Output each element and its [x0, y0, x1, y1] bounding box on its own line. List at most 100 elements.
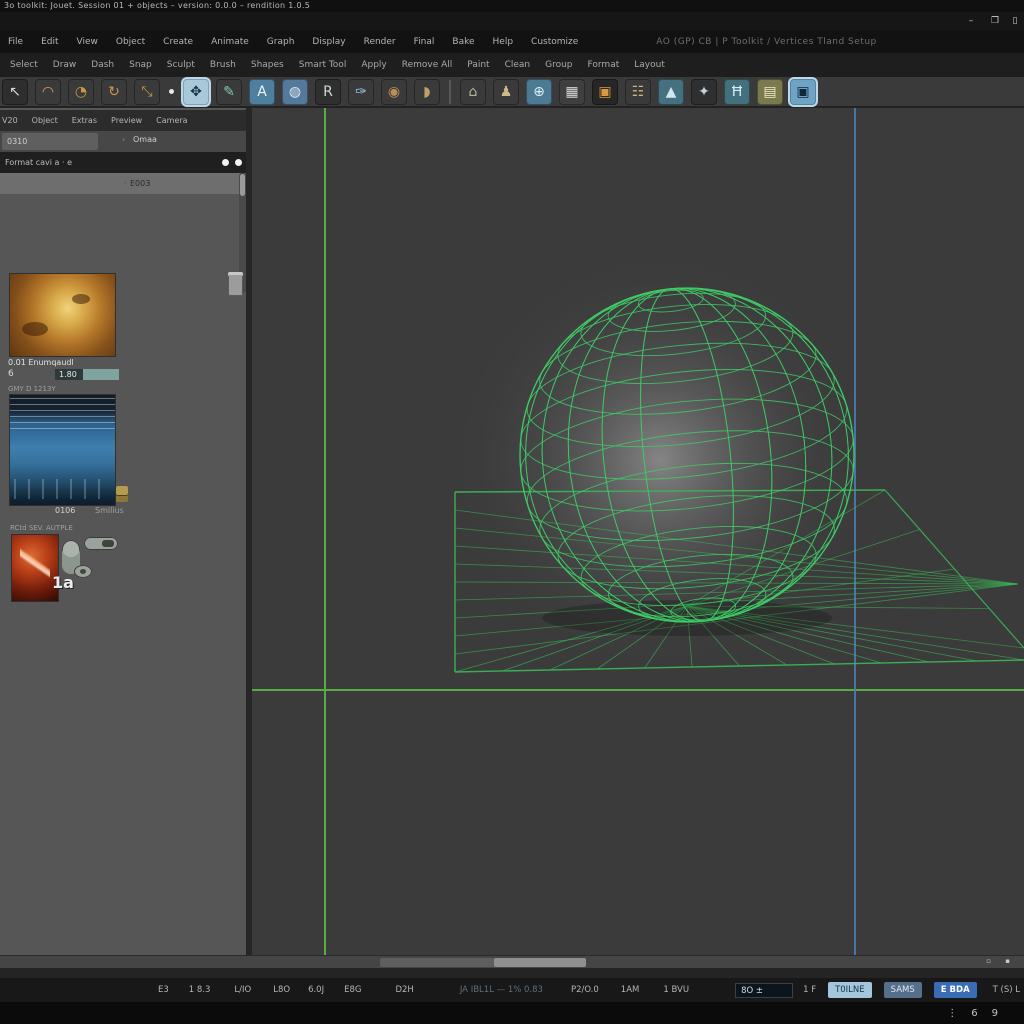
figure-tool-button[interactable]: ♟ — [493, 79, 519, 105]
material-thumbnail-blueprint[interactable] — [10, 395, 115, 505]
rig-tool-button[interactable]: R — [315, 79, 341, 105]
pen-tool-button[interactable]: ✎ — [216, 79, 242, 105]
menu2-format[interactable]: Format — [588, 60, 620, 70]
menu2-draw[interactable]: Draw — [53, 60, 77, 70]
menu-final[interactable]: Final — [414, 37, 435, 47]
select-tool-button[interactable]: ↖ — [2, 79, 28, 105]
taskbar-icon[interactable]: 9 — [992, 1008, 998, 1019]
sidebar-tab-preview[interactable]: Preview — [111, 116, 142, 125]
close-button[interactable]: ▯ — [1008, 15, 1022, 27]
menu-graph[interactable]: Graph — [267, 37, 295, 47]
menu2-select[interactable]: Select — [10, 60, 38, 70]
menu-help[interactable]: Help — [493, 37, 514, 47]
minimize-button[interactable]: – — [964, 15, 978, 27]
sphere-tool-button[interactable]: ◍ — [282, 79, 308, 105]
menu2-remove-all[interactable]: Remove All — [402, 60, 453, 70]
menu-view[interactable]: View — [77, 37, 98, 47]
sidebar-dropdown[interactable]: 0310 — [2, 133, 98, 150]
menu-bar-secondary: Select Draw Dash Snap Sculpt Brush Shapes Smart… — [0, 53, 1024, 77]
sidebar-selected-row[interactable]: E003 · — [0, 173, 240, 194]
menu-object[interactable]: Object — [116, 37, 145, 47]
menu2-clean[interactable]: Clean — [505, 60, 531, 70]
status-button-t0ilne[interactable]: T0ILNE — [828, 982, 872, 998]
orbit-tool-button[interactable]: ◔ — [68, 79, 94, 105]
move-tool-button[interactable]: ✥ — [183, 79, 209, 105]
scale-tool-button[interactable]: ⤡ — [134, 79, 160, 105]
af-tool-button[interactable]: Ħ — [724, 79, 750, 105]
menu-animate[interactable]: Animate — [211, 37, 249, 47]
menu2-apply[interactable]: Apply — [361, 60, 386, 70]
group-tool-button[interactable]: ☷ — [625, 79, 651, 105]
taskbar-icon[interactable]: ⋮ — [947, 1008, 957, 1019]
render-tool-icon: ✦ — [698, 84, 710, 100]
sidebar-tab-camera[interactable]: Camera — [156, 116, 187, 125]
sidebar-dropdown-value: 0310 — [7, 137, 27, 146]
menu2-sculpt[interactable]: Sculpt — [167, 60, 195, 70]
horizontal-scrollbar[interactable]: ▫ ▪ — [0, 955, 1024, 968]
material-thumbnail-rock[interactable] — [10, 274, 115, 356]
3d-viewport[interactable] — [252, 108, 1024, 955]
slider-pill[interactable] — [84, 537, 118, 550]
taskbar-icon[interactable]: 6 — [971, 1008, 977, 1019]
menu-customize[interactable]: Customize — [531, 37, 578, 47]
clipboard-icon[interactable] — [228, 272, 243, 296]
sidebar-tab-v20[interactable]: V20 — [2, 116, 18, 125]
shell-tool-button[interactable]: ◗ — [414, 79, 440, 105]
material-number: 6 — [8, 369, 14, 379]
dot-indicator[interactable] — [235, 159, 242, 166]
status-button-e-bda[interactable]: E BDA — [934, 982, 977, 998]
menu2-shapes[interactable]: Shapes — [251, 60, 284, 70]
status-cell: 6.0J — [308, 985, 324, 995]
status-input[interactable]: 8O ± — [735, 983, 793, 998]
screen-tool-button[interactable]: ▤ — [757, 79, 783, 105]
terrain-tool-button[interactable]: ⌂ — [460, 79, 486, 105]
rotate-tool-button[interactable]: ↻ — [101, 79, 127, 105]
sidebar-scrollbar-thumb[interactable] — [240, 174, 245, 196]
scrollbar-icons[interactable]: ▫ ▪ — [986, 957, 1016, 965]
menu-render[interactable]: Render — [364, 37, 396, 47]
title-bar: 3o toolkit: Jouet. Session 01 + objects … — [0, 0, 1024, 12]
menu-bake[interactable]: Bake — [452, 37, 474, 47]
menu2-brush[interactable]: Brush — [210, 60, 236, 70]
menu-file[interactable]: File — [8, 37, 23, 47]
af-tool-icon: Ħ — [731, 84, 744, 100]
menu-display[interactable]: Display — [312, 37, 345, 47]
uv-grid-tool-button[interactable]: ▦ — [559, 79, 585, 105]
camera-tool-button[interactable]: ▣ — [790, 79, 816, 105]
menu-bar-main: File Edit View Object Create Animate Graph Disp… — [0, 30, 1024, 53]
render-tool-button[interactable]: ✦ — [691, 79, 717, 105]
oval-button[interactable] — [74, 565, 92, 578]
menu2-smart-tool[interactable]: Smart Tool — [299, 60, 347, 70]
cube-tool-button[interactable]: ▣ — [592, 79, 618, 105]
layers-icon[interactable] — [116, 486, 128, 502]
material-sublabel: GMY D 1213Y — [8, 385, 56, 393]
menu2-snap[interactable]: Snap — [129, 60, 152, 70]
globe-tool-button[interactable]: ◉ — [381, 79, 407, 105]
sidebar-tab-object[interactable]: Object — [32, 116, 58, 125]
text-tool-button[interactable]: A — [249, 79, 275, 105]
move-tool-icon: ✥ — [190, 84, 202, 100]
material-progress-bar[interactable]: 1.80 — [55, 369, 119, 380]
sidebar-header-row[interactable]: Format cavi a · e — [0, 152, 246, 173]
menu-create[interactable]: Create — [163, 37, 193, 47]
status-button-sams[interactable]: SAMS — [884, 982, 922, 998]
world-tool-button[interactable]: ⊕ — [526, 79, 552, 105]
restore-button[interactable]: ❐ — [988, 15, 1002, 27]
menu-edit[interactable]: Edit — [41, 37, 58, 47]
spline-tool-button[interactable]: ✑ — [348, 79, 374, 105]
lasso-tool-button[interactable]: ◠ — [35, 79, 61, 105]
menu2-group[interactable]: Group — [545, 60, 572, 70]
sidebar-tab-extras[interactable]: Extras — [72, 116, 97, 125]
scrollbar-thumb[interactable] — [494, 958, 586, 967]
status-cell: D2H — [395, 985, 413, 995]
landscape-tool-button[interactable]: ▲ — [658, 79, 684, 105]
menu2-paint[interactable]: Paint — [467, 60, 489, 70]
window-title: 3o toolkit: Jouet. Session 01 + objects … — [4, 1, 310, 10]
dot-indicator[interactable] — [222, 159, 229, 166]
menu-right-cluster: AO (GP) CB | P Toolkit / Vertices Tland … — [656, 37, 876, 47]
selected-row-label: E003 — [130, 173, 150, 194]
status-cell: 1 8.3 — [189, 985, 211, 995]
menu2-dash[interactable]: Dash — [91, 60, 114, 70]
material-progress-fill — [83, 369, 119, 380]
menu2-layout[interactable]: Layout — [634, 60, 665, 70]
